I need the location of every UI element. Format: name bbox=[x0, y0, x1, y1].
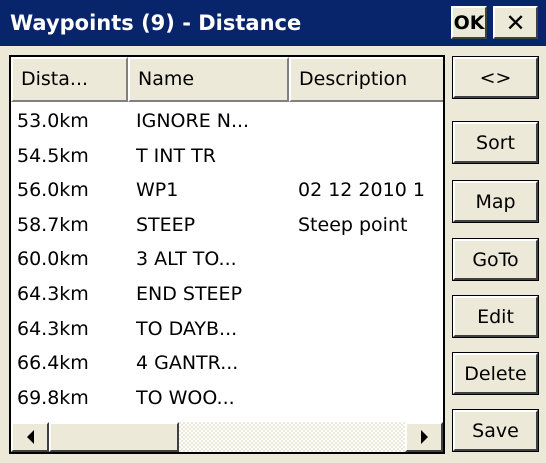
name-cell: END STEEP bbox=[136, 282, 243, 305]
name-cell: IGNORE N... bbox=[136, 110, 250, 132]
map-button[interactable]: Map bbox=[452, 180, 539, 223]
column-header-name[interactable]: Name bbox=[128, 57, 289, 102]
horizontal-scrollbar[interactable] bbox=[11, 422, 443, 452]
name-cell: TO DAYB... bbox=[136, 317, 238, 340]
list-item[interactable]: 64.3km TO DAYB... bbox=[11, 312, 443, 347]
scrollbar-track[interactable] bbox=[179, 422, 405, 452]
swap-button[interactable]: <> bbox=[452, 56, 539, 99]
description-cell: 02 12 2010 1 bbox=[298, 179, 425, 202]
scrollbar-thumb[interactable] bbox=[49, 422, 179, 452]
list-rows: 53.0km IGNORE N... 54.5km T INT TR 56.0k… bbox=[11, 104, 443, 415]
scroll-left-button[interactable] bbox=[11, 422, 49, 452]
distance-cell: 53.0km bbox=[17, 110, 89, 132]
list-item[interactable]: 66.4km 4 GANTR... bbox=[11, 346, 443, 381]
goto-button[interactable]: GoTo bbox=[452, 238, 539, 281]
distance-cell: 58.7km bbox=[17, 213, 89, 236]
scroll-right-button[interactable] bbox=[405, 422, 443, 452]
list-item[interactable]: 69.8km TO WOO... bbox=[11, 381, 443, 416]
column-header-description[interactable]: Description bbox=[289, 57, 443, 102]
ok-button[interactable]: OK bbox=[451, 6, 487, 39]
distance-cell: 64.3km bbox=[17, 317, 89, 340]
distance-cell: 64.3km bbox=[17, 282, 89, 305]
list-item[interactable]: 60.0km 3 ALT TO... bbox=[11, 242, 443, 277]
close-button[interactable]: ✕ bbox=[493, 6, 538, 39]
distance-cell: 66.4km bbox=[17, 352, 89, 375]
distance-cell: 56.0km bbox=[17, 179, 89, 202]
name-cell: 4 GANTR... bbox=[136, 352, 239, 375]
window-title: Waypoints (9) - Distance bbox=[10, 11, 302, 35]
list-item[interactable]: 53.0km IGNORE N... bbox=[11, 104, 443, 139]
description-cell: Steep point bbox=[298, 213, 408, 236]
list-item[interactable]: 54.5km T INT TR bbox=[11, 139, 443, 174]
title-bar: Waypoints (9) - Distance OK ✕ bbox=[0, 0, 546, 46]
name-cell: STEEP bbox=[136, 213, 196, 236]
distance-cell: 54.5km bbox=[17, 144, 89, 167]
edit-button[interactable]: Edit bbox=[452, 295, 539, 338]
list-item[interactable]: 56.0km WP1 02 12 2010 1 bbox=[11, 173, 443, 208]
save-button[interactable]: Save bbox=[452, 409, 539, 452]
name-cell: T INT TR bbox=[136, 144, 216, 167]
name-cell: WP1 bbox=[136, 179, 179, 202]
triangle-right-icon bbox=[420, 430, 428, 444]
list-header: Dista... Name Description bbox=[11, 57, 443, 102]
triangle-left-icon bbox=[26, 430, 34, 444]
list-item[interactable]: 64.3km END STEEP bbox=[11, 277, 443, 312]
name-cell: 3 ALT TO... bbox=[136, 248, 237, 271]
list-item[interactable]: 58.7km STEEP Steep point bbox=[11, 208, 443, 243]
column-header-distance[interactable]: Dista... bbox=[11, 57, 128, 102]
distance-cell: 60.0km bbox=[17, 248, 89, 271]
name-cell: TO WOO... bbox=[136, 386, 235, 409]
delete-button[interactable]: Delete bbox=[452, 352, 539, 395]
distance-cell: 69.8km bbox=[17, 386, 89, 409]
waypoint-list[interactable]: Dista... Name Description 53.0km IGNORE … bbox=[9, 55, 445, 454]
sort-button[interactable]: Sort bbox=[452, 121, 539, 164]
